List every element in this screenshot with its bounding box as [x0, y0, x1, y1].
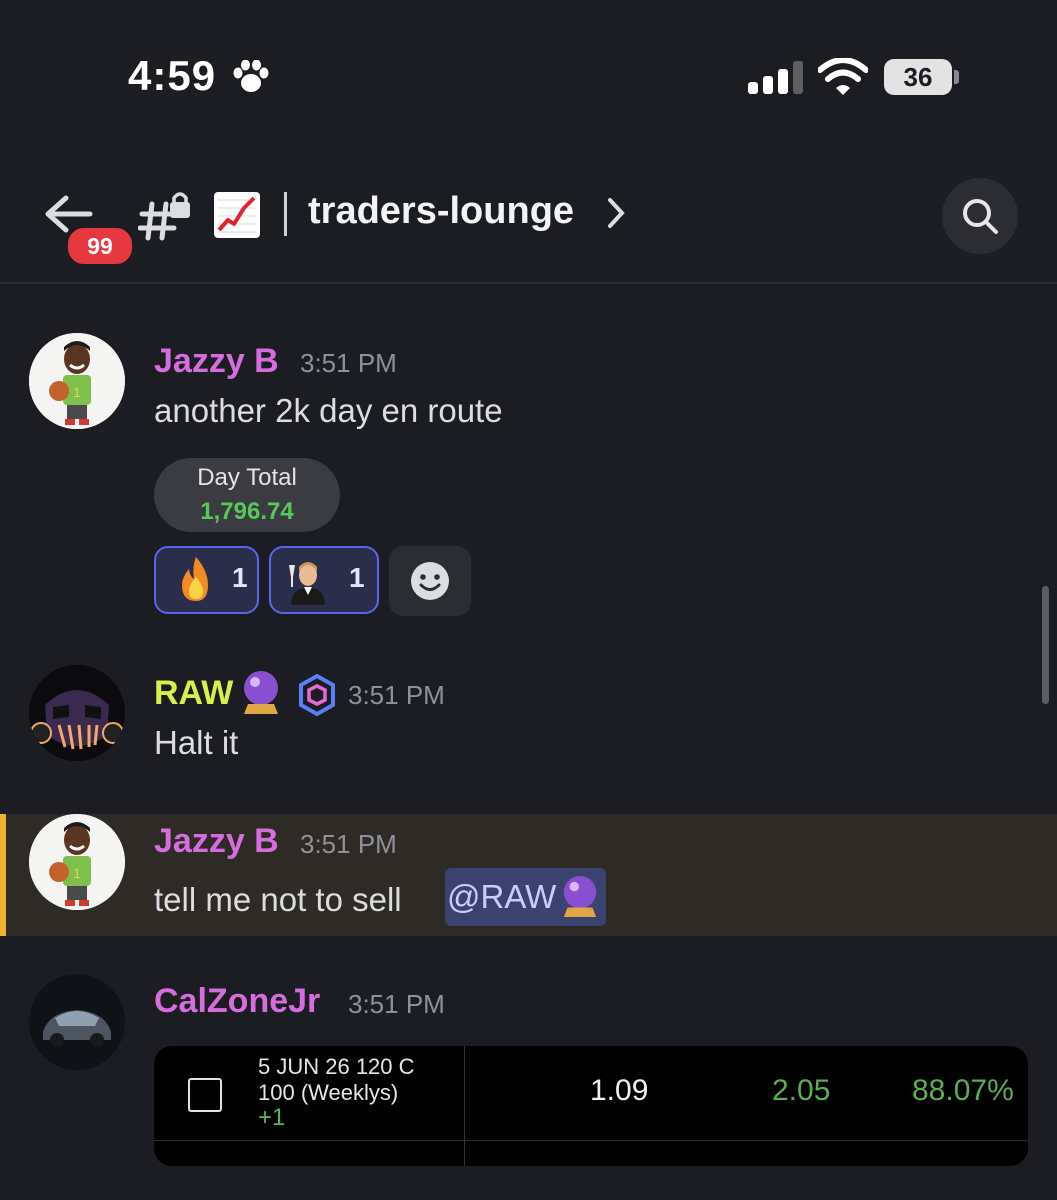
- day-total-value: 1,796.74: [200, 498, 294, 525]
- add-reaction-button[interactable]: [389, 546, 471, 616]
- scrollbar[interactable]: [1042, 586, 1049, 704]
- user-mention[interactable]: @RAW: [445, 868, 607, 926]
- svg-text:1: 1: [73, 384, 81, 400]
- locked-channel-icon: [137, 190, 196, 247]
- search-icon: [963, 199, 998, 234]
- reaction-count: 1: [232, 562, 248, 593]
- day-total-label: Day Total: [197, 464, 297, 491]
- crystal-ball-icon: [240, 670, 282, 721]
- masked-avatar-icon: [29, 665, 125, 761]
- message-list[interactable]: 1 Jazzy B 3:51 PM another 2k day en rout…: [0, 284, 1057, 1200]
- day-total-image[interactable]: Day Total 1,796.74: [154, 458, 340, 532]
- avatar[interactable]: [29, 974, 125, 1070]
- chart-increasing-emoji-icon: [214, 192, 260, 238]
- cartoon-avatar-icon: 1: [29, 333, 125, 429]
- message-text: another 2k day en route: [154, 392, 503, 429]
- mention-text: @RAW: [447, 878, 557, 915]
- avatar[interactable]: [29, 665, 125, 761]
- option-quantity: +1: [258, 1104, 286, 1131]
- channel-title[interactable]: traders-lounge: [308, 190, 574, 233]
- message-timestamp: 3:51 PM: [348, 989, 445, 1019]
- title-divider: [284, 192, 287, 236]
- reaction-leo-toast[interactable]: 1: [269, 546, 379, 614]
- car-avatar-icon: [29, 974, 125, 1070]
- message-author[interactable]: Jazzy B: [154, 822, 279, 861]
- chevron-right-icon[interactable]: [606, 196, 626, 235]
- cartoon-avatar-icon: 1: [29, 814, 125, 910]
- row-divider: [154, 1140, 1028, 1141]
- message-text: tell me not to sell: [154, 881, 402, 918]
- channel-header: 99 traders-lounge: [0, 170, 1057, 284]
- fire-emoji-icon: [182, 557, 208, 601]
- status-bar: 4:59 36: [0, 0, 1057, 150]
- message-timestamp: 3:51 PM: [348, 680, 445, 710]
- clock: 4:59: [128, 52, 217, 99]
- leo-toast-emoji-icon: [289, 562, 325, 605]
- battery-level: 36: [884, 59, 952, 95]
- price-value: 2.05: [772, 1074, 831, 1107]
- column-divider: [464, 1046, 465, 1166]
- svg-text:1: 1: [73, 865, 81, 881]
- cell-signal-icon: [748, 60, 803, 94]
- smiley-icon: [411, 562, 449, 600]
- message-author[interactable]: RAW: [154, 674, 233, 713]
- unread-badge: 99: [66, 226, 134, 266]
- message-author[interactable]: CalZoneJr: [154, 982, 320, 1021]
- mention-highlight-bar: [0, 814, 6, 936]
- position-card-image[interactable]: 5 JUN 26 120 C 100 (Weeklys) +1 1.09 2.0…: [154, 1046, 1028, 1166]
- reaction-count: 1: [349, 562, 365, 593]
- avatar[interactable]: 1: [29, 333, 125, 429]
- message-author[interactable]: Jazzy B: [154, 342, 279, 381]
- battery-tip: [954, 70, 959, 84]
- paw-icon: [232, 59, 270, 99]
- option-series: 100 (Weeklys): [258, 1080, 399, 1105]
- message-timestamp: 3:51 PM: [300, 829, 397, 859]
- percent-change: 88.07%: [912, 1074, 1014, 1107]
- wifi-icon: [817, 57, 869, 101]
- reaction-fire[interactable]: 1: [154, 546, 259, 614]
- message-text: Halt it: [154, 724, 239, 761]
- role-shield-icon: [298, 673, 336, 721]
- option-contract: 5 JUN 26 120 C: [258, 1054, 415, 1079]
- avatar[interactable]: 1: [29, 814, 125, 910]
- message-timestamp: 3:51 PM: [300, 348, 397, 378]
- cost-value: 1.09: [590, 1074, 649, 1107]
- search-button[interactable]: [942, 178, 1018, 254]
- crystal-ball-icon: [564, 876, 597, 917]
- position-checkbox[interactable]: [188, 1078, 222, 1112]
